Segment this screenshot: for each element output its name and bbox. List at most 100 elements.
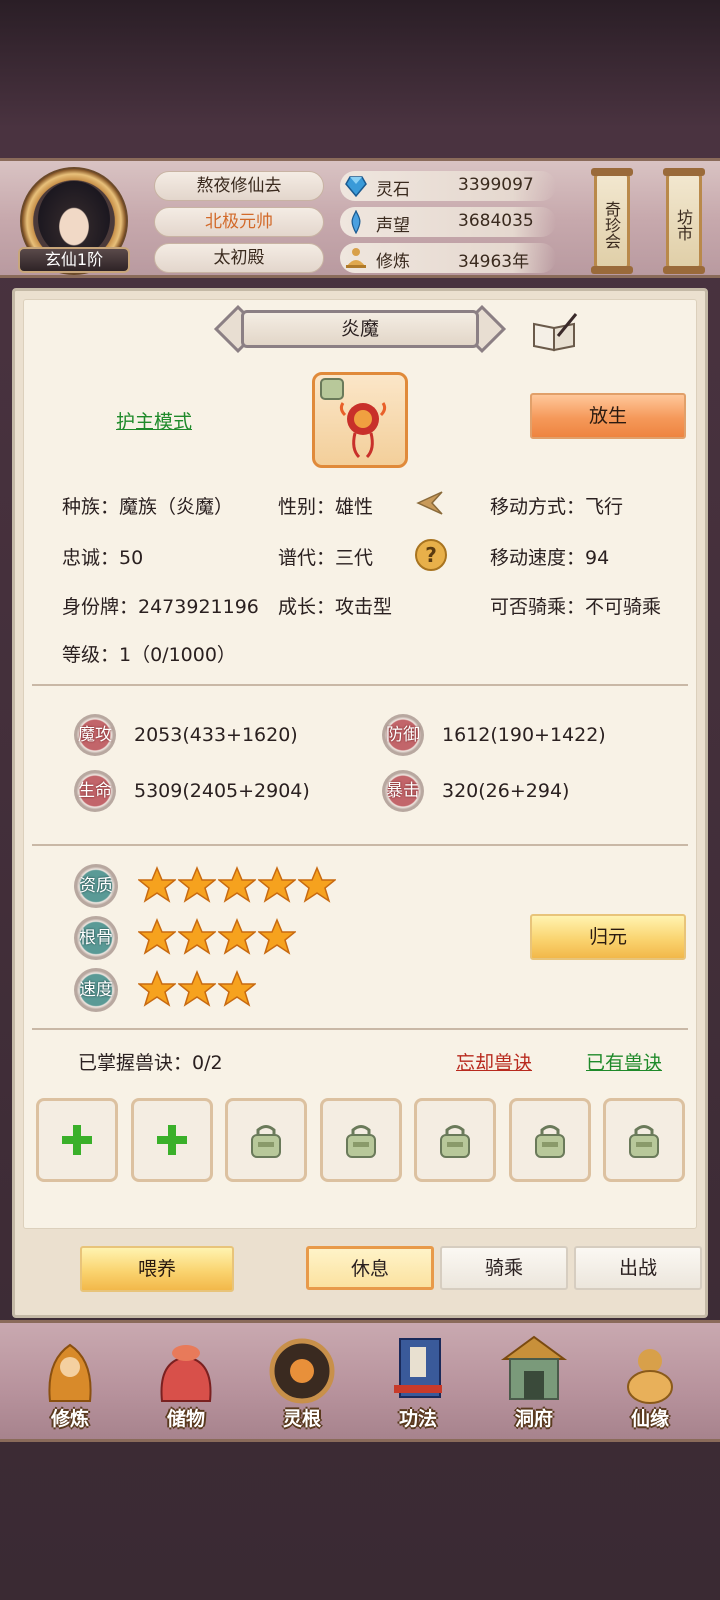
speed-stars xyxy=(136,970,338,1010)
gender-arrow-icon xyxy=(416,491,443,515)
player-title[interactable]: 北极元帅 xyxy=(154,207,324,237)
help-icon[interactable]: ? xyxy=(414,538,448,572)
skill-slot-locked[interactable] xyxy=(225,1098,307,1182)
lock-icon xyxy=(625,1121,663,1159)
resource-value: 34963年 xyxy=(458,252,530,272)
pet-growth: 成长：攻击型 xyxy=(278,596,393,618)
add-icon xyxy=(58,1121,96,1159)
bone-icon: 根骨 xyxy=(74,916,118,960)
immortal-fate-icon xyxy=(627,1349,673,1404)
spirit-stone-icon xyxy=(345,176,367,198)
nav-cultivate[interactable]: 修炼 xyxy=(20,1331,120,1437)
speed-icon: 速度 xyxy=(74,968,118,1012)
stat-value: 2053(433+1620) xyxy=(134,724,298,746)
nav-label: 仙缘 xyxy=(630,1408,669,1430)
owned-skills-link[interactable]: 已有兽诀 xyxy=(586,1048,662,1075)
aptitude-stars xyxy=(136,866,338,906)
nav-label: 修炼 xyxy=(50,1408,89,1430)
tab-rest[interactable]: 休息 xyxy=(306,1246,434,1290)
resource-label: 声望 xyxy=(376,216,410,236)
player-name: 熬夜修仙去 xyxy=(154,171,324,201)
nav-label: 灵根 xyxy=(282,1408,321,1430)
pet-race: 种族：魔族（炎魔） xyxy=(62,496,234,518)
forget-skill-link[interactable]: 忘却兽诀 xyxy=(456,1048,532,1075)
fire-demon-icon xyxy=(320,378,387,459)
market-button[interactable]: 坊市 xyxy=(663,168,705,274)
pet-name-plate: 炎魔 xyxy=(213,304,507,354)
avatar-portrait xyxy=(38,181,110,257)
aptitude-icon: 资质 xyxy=(74,864,118,908)
rank-badge: 玄仙1阶 xyxy=(18,247,130,273)
divider xyxy=(32,844,688,846)
lock-icon xyxy=(247,1121,285,1159)
divider xyxy=(32,684,688,686)
reset-button[interactable]: 归元 xyxy=(530,914,686,960)
resource-prestige: 声望 3684035 xyxy=(340,207,556,237)
nav-technique[interactable]: 功法 xyxy=(368,1331,468,1437)
pet-level: 等级：1（0/1000） xyxy=(62,644,236,666)
skill-slot-locked[interactable] xyxy=(508,1098,591,1182)
skill-slot-add[interactable] xyxy=(130,1098,213,1182)
pet-gender: 性别：雄性 xyxy=(278,496,374,518)
resource-value: 3684035 xyxy=(458,211,534,231)
pet-id-tag: 身份牌：2473921196 xyxy=(62,596,259,618)
skill-slot-locked[interactable] xyxy=(414,1098,496,1182)
skill-slot-locked[interactable] xyxy=(603,1098,685,1182)
resource-label: 灵石 xyxy=(376,180,410,200)
nav-spirit-root[interactable]: 灵根 xyxy=(252,1331,352,1437)
star-icon xyxy=(256,866,298,904)
star-icon xyxy=(176,918,218,956)
pet-portrait-box[interactable] xyxy=(312,372,408,468)
pet-name: 炎魔 xyxy=(241,310,479,348)
skill-slot-locked[interactable] xyxy=(319,1098,402,1182)
nav-label: 洞府 xyxy=(514,1408,553,1430)
cultivate-icon xyxy=(48,1343,92,1402)
rename-book-icon[interactable] xyxy=(532,312,578,352)
guard-mode-link[interactable]: 护主模式 xyxy=(116,407,192,434)
skill-slot-add[interactable] xyxy=(36,1098,118,1182)
magic-attack-icon: 魔攻 xyxy=(74,714,116,756)
lock-icon xyxy=(342,1121,380,1159)
release-button[interactable]: 放生 xyxy=(530,393,686,439)
feed-button[interactable]: 喂养 xyxy=(80,1246,234,1292)
nav-storage[interactable]: 储物 xyxy=(136,1331,236,1437)
bottom-nav: 修炼 储物 灵根 功法 洞府 仙缘 xyxy=(0,1320,720,1442)
pet-move-speed: 移动速度：94 xyxy=(490,547,610,569)
resource-value: 3399097 xyxy=(458,175,534,195)
tab-battle[interactable]: 出战 xyxy=(574,1246,702,1290)
treasure-fair-button[interactable]: 奇珍会 xyxy=(591,168,633,274)
stat-value: 320(26+294) xyxy=(442,780,570,802)
star-icon xyxy=(216,970,258,1008)
nav-immortal-fate[interactable]: 仙缘 xyxy=(600,1331,700,1437)
resource-spirit-stone: 灵石 3399097 xyxy=(340,171,556,201)
pet-rideable: 可否骑乘：不可骑乘 xyxy=(490,596,662,618)
star-icon xyxy=(176,866,218,904)
bone-stars xyxy=(136,918,338,958)
add-icon xyxy=(153,1121,191,1159)
tab-ride[interactable]: 骑乘 xyxy=(440,1246,568,1290)
spirit-root-icon xyxy=(269,1338,335,1404)
technique-book-icon xyxy=(394,1338,442,1398)
star-icon xyxy=(296,866,338,904)
star-icon xyxy=(136,918,178,956)
mastered-skills: 已掌握兽诀：0/2 xyxy=(78,1052,223,1074)
stat-value: 5309(2405+2904) xyxy=(134,780,310,802)
pet-generation: 谱代：三代 xyxy=(278,547,374,569)
svg-text:?: ? xyxy=(425,543,437,567)
pet-loyalty: 忠诚：50 xyxy=(62,547,144,569)
cave-mansion-icon xyxy=(500,1335,568,1400)
star-icon xyxy=(136,866,178,904)
critical-icon: 暴击 xyxy=(382,770,424,812)
star-icon xyxy=(216,866,258,904)
player-sect[interactable]: 太初殿 xyxy=(154,243,324,273)
stat-value: 1612(190+1422) xyxy=(442,724,606,746)
star-icon xyxy=(216,918,258,956)
resource-label: 修炼 xyxy=(376,252,410,272)
pet-move-type: 移动方式：飞行 xyxy=(490,496,624,518)
lock-icon xyxy=(436,1121,474,1159)
storage-bag-icon xyxy=(160,1345,212,1402)
nav-cave-mansion[interactable]: 洞府 xyxy=(484,1331,584,1437)
nav-label: 功法 xyxy=(398,1408,437,1430)
defense-icon: 防御 xyxy=(382,714,424,756)
player-header: 玄仙1阶 熬夜修仙去 北极元帅 太初殿 灵石 3399097 声望 368403… xyxy=(0,158,720,278)
